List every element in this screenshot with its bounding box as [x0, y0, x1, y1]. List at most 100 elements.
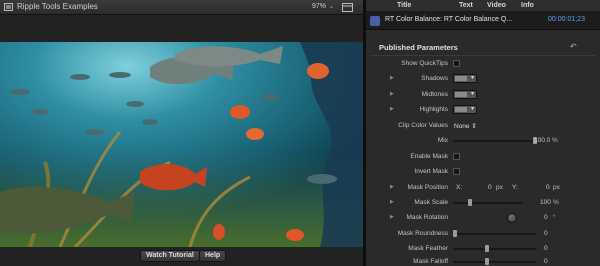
- param-label: Mask Position: [407, 184, 448, 191]
- param-row-show-quicktips: Show QuickTips: [366, 58, 600, 70]
- viewer-header: Ripple Tools Examples 97% ⌄: [0, 0, 363, 15]
- param-row-shadows: ▶ Shadows ▼: [366, 73, 600, 85]
- px-unit: px: [496, 184, 503, 191]
- param-row-invert-mask: Invert Mask: [366, 166, 600, 178]
- highlights-color-well[interactable]: ▼: [453, 105, 477, 114]
- tab-info[interactable]: Info: [521, 2, 534, 9]
- param-row-mask-feather: Mask Feather 0: [366, 243, 600, 255]
- zoom-level[interactable]: 97%: [312, 3, 326, 10]
- mask-scale-value[interactable]: 100: [540, 199, 551, 206]
- midtones-color-well[interactable]: ▼: [453, 90, 477, 99]
- reset-icon[interactable]: ↶: [570, 42, 577, 51]
- color-swatch: [455, 76, 467, 81]
- video-frame[interactable]: [0, 42, 363, 247]
- popup-value: None: [454, 123, 470, 130]
- slider-thumb[interactable]: [485, 258, 489, 265]
- clip-name: RT Color Balance: RT Color Balance Q...: [385, 16, 513, 23]
- film-icon: [4, 3, 13, 11]
- tab-text[interactable]: Text: [459, 2, 473, 9]
- color-swatch: [455, 107, 467, 112]
- mask-scale-slider[interactable]: [453, 199, 523, 206]
- underwater-video-image: [0, 42, 363, 247]
- viewer-title: Ripple Tools Examples: [17, 2, 98, 11]
- dropdown-arrow-icon: ▼: [470, 106, 475, 112]
- popup-arrows-icon: ⇕: [471, 123, 477, 130]
- dropdown-arrow-icon: ▼: [470, 75, 475, 81]
- disclosure-triangle-icon[interactable]: ▶: [390, 199, 394, 205]
- param-row-mask-roundness: Mask Roundness 0: [366, 228, 600, 240]
- disclosure-triangle-icon[interactable]: ▶: [390, 75, 394, 81]
- viewer-panel: Ripple Tools Examples 97% ⌄ Watch Tutori…: [0, 0, 363, 266]
- show-quicktips-checkbox[interactable]: [453, 60, 460, 67]
- mask-falloff-value[interactable]: 0: [544, 258, 548, 265]
- param-row-clip-color-values: Clip Color Values None ⇕: [366, 120, 600, 132]
- enable-mask-checkbox[interactable]: [453, 153, 460, 160]
- mask-roundness-slider[interactable]: [453, 230, 537, 237]
- param-label: Mask Falloff: [413, 258, 448, 265]
- view-options-icon[interactable]: [342, 3, 353, 12]
- param-label: Mask Scale: [414, 199, 448, 206]
- disclosure-triangle-icon[interactable]: ▶: [390, 91, 394, 97]
- x-label: X:: [456, 184, 463, 191]
- param-label: Mask Roundness: [397, 230, 448, 237]
- slider-thumb[interactable]: [468, 199, 472, 206]
- param-label: Show QuickTips: [401, 60, 448, 67]
- tab-video[interactable]: Video: [487, 2, 506, 9]
- timecode: 00:00:01;23: [548, 16, 585, 23]
- slider-thumb[interactable]: [453, 230, 457, 237]
- param-label: Mask Feather: [408, 245, 448, 252]
- viewer-footer: Watch Tutorial Help: [0, 247, 363, 266]
- mask-roundness-value[interactable]: 0: [544, 230, 548, 237]
- clip-header: RT Color Balance: RT Color Balance Q... …: [366, 12, 600, 30]
- param-label: Clip Color Values: [398, 122, 448, 129]
- effect-icon: [370, 16, 380, 26]
- param-row-highlights: ▶ Highlights ▼: [366, 104, 600, 116]
- mask-position-x-value[interactable]: 0: [488, 184, 492, 191]
- param-label: Shadows: [421, 75, 448, 82]
- chevron-down-icon[interactable]: ⌄: [329, 3, 334, 10]
- inspector-tabs: Title Text Video Info: [366, 0, 600, 12]
- mask-feather-value[interactable]: 0: [544, 245, 548, 252]
- mix-unit: %: [552, 137, 558, 144]
- tab-title[interactable]: Title: [397, 2, 411, 9]
- watch-tutorial-button[interactable]: Watch Tutorial: [140, 250, 200, 262]
- disclosure-triangle-icon[interactable]: ▶: [390, 106, 394, 112]
- px-unit: px: [553, 184, 560, 191]
- mix-slider[interactable]: [453, 137, 537, 144]
- param-label: Midtones: [421, 91, 448, 98]
- percent-unit: %: [553, 199, 559, 206]
- param-label: Highlights: [419, 106, 448, 113]
- disclosure-triangle-icon[interactable]: ▶: [390, 184, 394, 190]
- param-row-mask-rotation: ▶ Mask Rotation 0 °: [366, 212, 600, 224]
- mask-feather-slider[interactable]: [453, 245, 537, 252]
- y-label: Y:: [512, 184, 518, 191]
- param-label: Mask Rotation: [406, 214, 448, 221]
- param-row-mask-position: ▶ Mask Position X: 0 px Y: 0 px: [366, 182, 600, 194]
- mask-position-y-value[interactable]: 0: [546, 184, 550, 191]
- inspector-panel: Title Text Video Info RT Color Balance: …: [366, 0, 600, 266]
- clip-color-values-popup[interactable]: None ⇕: [454, 122, 477, 130]
- slider-thumb[interactable]: [485, 245, 489, 252]
- section-divider: [370, 55, 596, 56]
- mask-rotation-knob[interactable]: [507, 213, 517, 223]
- param-row-enable-mask: Enable Mask: [366, 151, 600, 163]
- mask-falloff-slider[interactable]: [453, 258, 537, 265]
- param-label: Mix: [437, 137, 448, 144]
- mix-value[interactable]: 100.0: [534, 137, 550, 144]
- invert-mask-checkbox[interactable]: [453, 168, 460, 175]
- degree-unit: °: [553, 214, 556, 221]
- section-title: Published Parameters: [379, 43, 458, 52]
- param-label: Enable Mask: [410, 153, 448, 160]
- param-label: Invert Mask: [414, 168, 448, 175]
- param-row-mask-scale: ▶ Mask Scale 100 %: [366, 197, 600, 209]
- param-row-mix: Mix 100.0 %: [366, 135, 600, 147]
- dropdown-arrow-icon: ▼: [470, 91, 475, 97]
- disclosure-triangle-icon[interactable]: ▶: [390, 214, 394, 220]
- param-row-mask-falloff: Mask Falloff 0: [366, 256, 600, 266]
- shadows-color-well[interactable]: ▼: [453, 74, 477, 83]
- color-swatch: [455, 92, 467, 97]
- mask-rotation-value[interactable]: 0: [544, 214, 548, 221]
- published-parameters-header[interactable]: Published Parameters ↶: [370, 42, 596, 54]
- param-row-midtones: ▶ Midtones ▼: [366, 89, 600, 101]
- help-button[interactable]: Help: [199, 250, 227, 262]
